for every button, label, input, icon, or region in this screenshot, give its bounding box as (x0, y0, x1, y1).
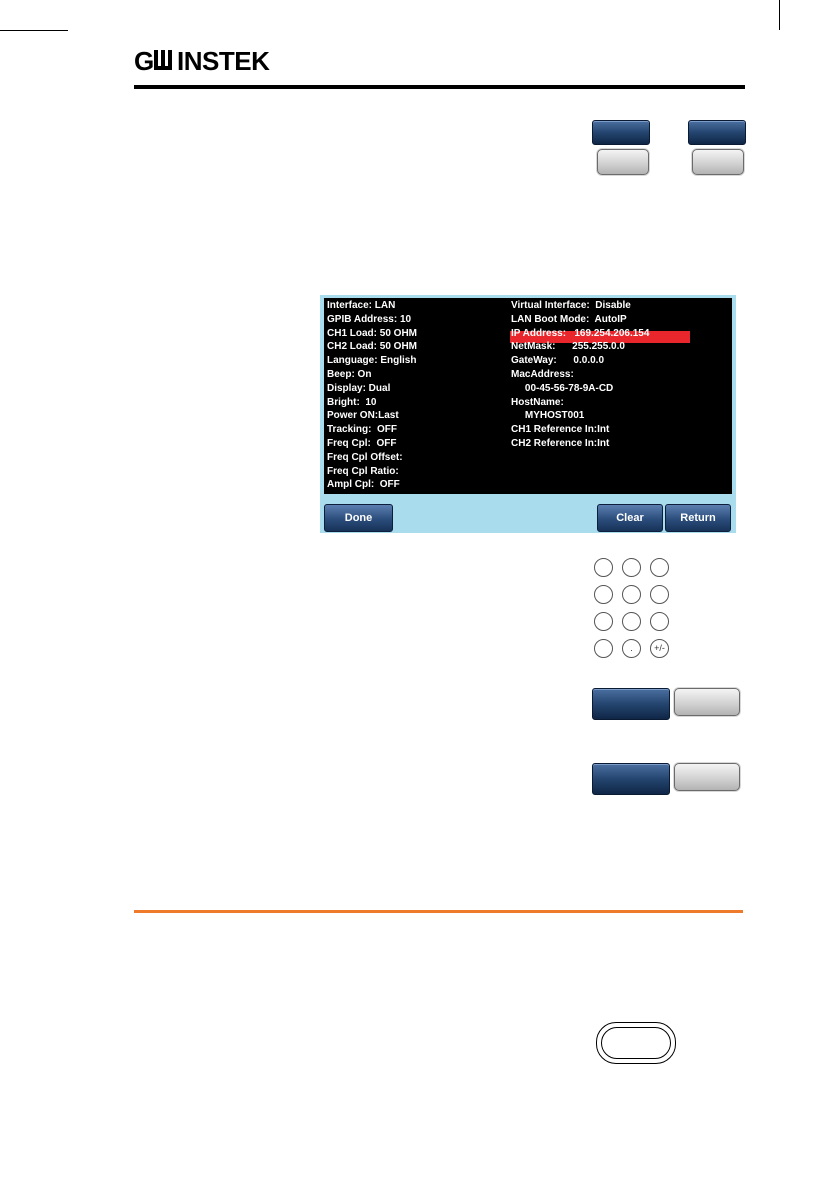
keypad-key[interactable]: +/- (650, 639, 669, 658)
screen-line: GPIB Address: 10 (327, 313, 412, 325)
screen-line: Display: Dual (327, 382, 391, 394)
clear-softkey[interactable]: Clear (597, 504, 663, 532)
hardkey-image (674, 688, 740, 716)
svg-text:INSTEK: INSTEK (177, 46, 270, 76)
screen-display: Interface: LAN GPIB Address: 10 CH1 Load: … (324, 298, 732, 494)
screen-line: Power ON:Last (327, 410, 399, 422)
hardkey-image (692, 149, 744, 175)
screen-line: Virtual Interface: Disable (511, 300, 631, 311)
done-softkey[interactable]: Done (324, 504, 393, 532)
screen-line: Bright: 10 (327, 396, 377, 408)
oval-key-image (596, 1022, 676, 1064)
screen-line: Tracking: OFF (327, 424, 398, 436)
keypad-key[interactable] (650, 558, 669, 577)
screen-line: LAN Boot Mode: AutoIP (511, 313, 627, 325)
crop-mark-vertical (779, 0, 780, 30)
screen-line: Language: English (327, 355, 417, 367)
keypad-key[interactable] (622, 612, 641, 631)
crop-mark-horizontal (0, 30, 68, 31)
screen-line: CH2 Load: 50 OHM (327, 341, 418, 353)
keypad-key[interactable] (650, 585, 669, 604)
softkey-image (688, 120, 746, 145)
instrument-screen: Interface: LAN GPIB Address: 10 CH1 Load: … (320, 295, 736, 533)
keypad-key[interactable] (594, 558, 613, 577)
softkey-image (592, 688, 670, 720)
softkey-image (592, 120, 650, 145)
screen-line: Interface: LAN (327, 300, 396, 311)
softkey-image (592, 763, 670, 795)
screen-line: Beep: On (327, 369, 372, 380)
screen-line: MacAddress: (511, 369, 574, 380)
screen-line: IP Address: 169.254.206.154 (511, 327, 650, 339)
screen-line: CH1 Load: 50 OHM (327, 327, 418, 339)
keypad-key[interactable]: . (622, 639, 641, 658)
svg-text:G: G (134, 46, 153, 76)
screen-line: MYHOST001 (511, 410, 585, 422)
hardkey-image (597, 149, 649, 175)
screen-line: 00-45-56-78-9A-CD (511, 382, 614, 394)
screen-line: Freq Cpl Offset: (327, 451, 403, 463)
keypad-key[interactable] (594, 585, 613, 604)
screen-line: Freq Cpl: OFF (327, 438, 397, 449)
return-softkey[interactable]: Return (665, 504, 731, 532)
screen-line: CH2 Reference In:Int (511, 438, 610, 449)
header-rule (134, 85, 745, 89)
section-rule (134, 910, 743, 913)
screen-line: HostName: (511, 396, 564, 408)
screen-line: Ampl Cpl: OFF (327, 479, 400, 491)
keypad-key[interactable] (650, 612, 669, 631)
hardkey-image (674, 763, 740, 791)
gw-instek-logo: G INSTEK (134, 46, 271, 76)
screen-line: Freq Cpl Ratio: (327, 465, 399, 477)
keypad-key[interactable] (594, 612, 613, 631)
screen-line: CH1 Reference In:Int (511, 424, 610, 436)
keypad-key[interactable] (622, 585, 641, 604)
screen-line: NetMask: 255.255.0.0 (511, 341, 625, 353)
keypad-key[interactable] (594, 639, 613, 658)
keypad-key[interactable] (622, 558, 641, 577)
screen-line: GateWay: 0.0.0.0 (511, 355, 605, 367)
